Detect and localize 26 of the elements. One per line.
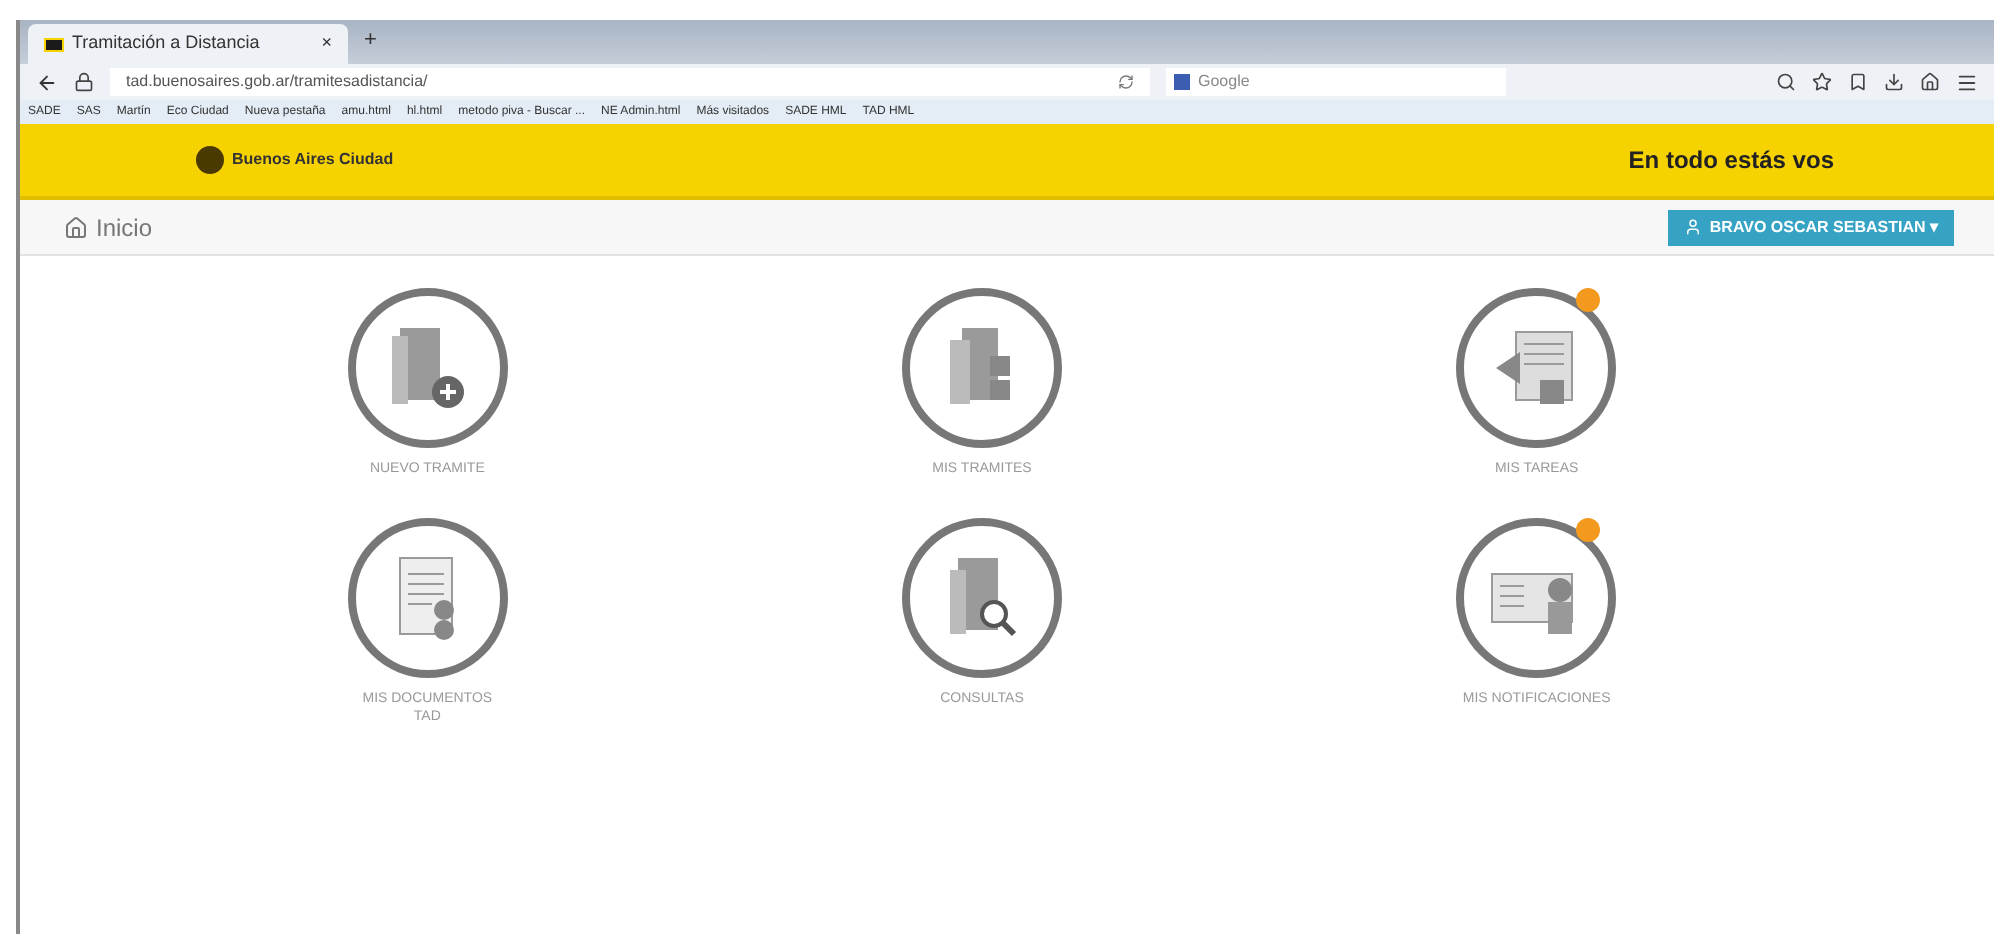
notification-badge: [1576, 518, 1601, 542]
slogan: En todo estás vos: [1628, 144, 1834, 178]
user-icon: [1683, 218, 1702, 236]
folder-plus-icon: [387, 324, 468, 412]
home-icon: [64, 215, 88, 239]
home-link[interactable]: Inicio: [64, 209, 153, 245]
logo-text: Buenos Aires Ciudad: [232, 148, 394, 172]
lock-icon: [74, 72, 94, 92]
star-icon[interactable]: [1812, 72, 1832, 92]
city-logo-icon: [196, 146, 224, 174]
site-favicon-icon: [44, 37, 64, 51]
browser-tab[interactable]: Tramitación a Distancia ×: [28, 24, 348, 64]
bookmark-icon[interactable]: [1848, 72, 1868, 92]
menu-icon[interactable]: [1956, 71, 1978, 93]
search-engine-icon: [1174, 74, 1190, 90]
notification-badge: [1576, 288, 1601, 312]
search-icon[interactable]: [1776, 72, 1796, 92]
url-field[interactable]: tad.buenosaires.gob.ar/tramitesadistancia/: [110, 68, 1150, 96]
search-field[interactable]: Google: [1166, 68, 1506, 96]
new-tab-button[interactable]: +: [364, 23, 377, 56]
tab-close[interactable]: ×: [321, 30, 332, 58]
tab-title: Tramitación a Distancia: [72, 30, 262, 57]
reload-icon[interactable]: [1118, 74, 1134, 90]
download-icon[interactable]: [1884, 72, 1904, 92]
home-icon[interactable]: [1920, 72, 1940, 92]
back-icon[interactable]: [36, 71, 58, 93]
